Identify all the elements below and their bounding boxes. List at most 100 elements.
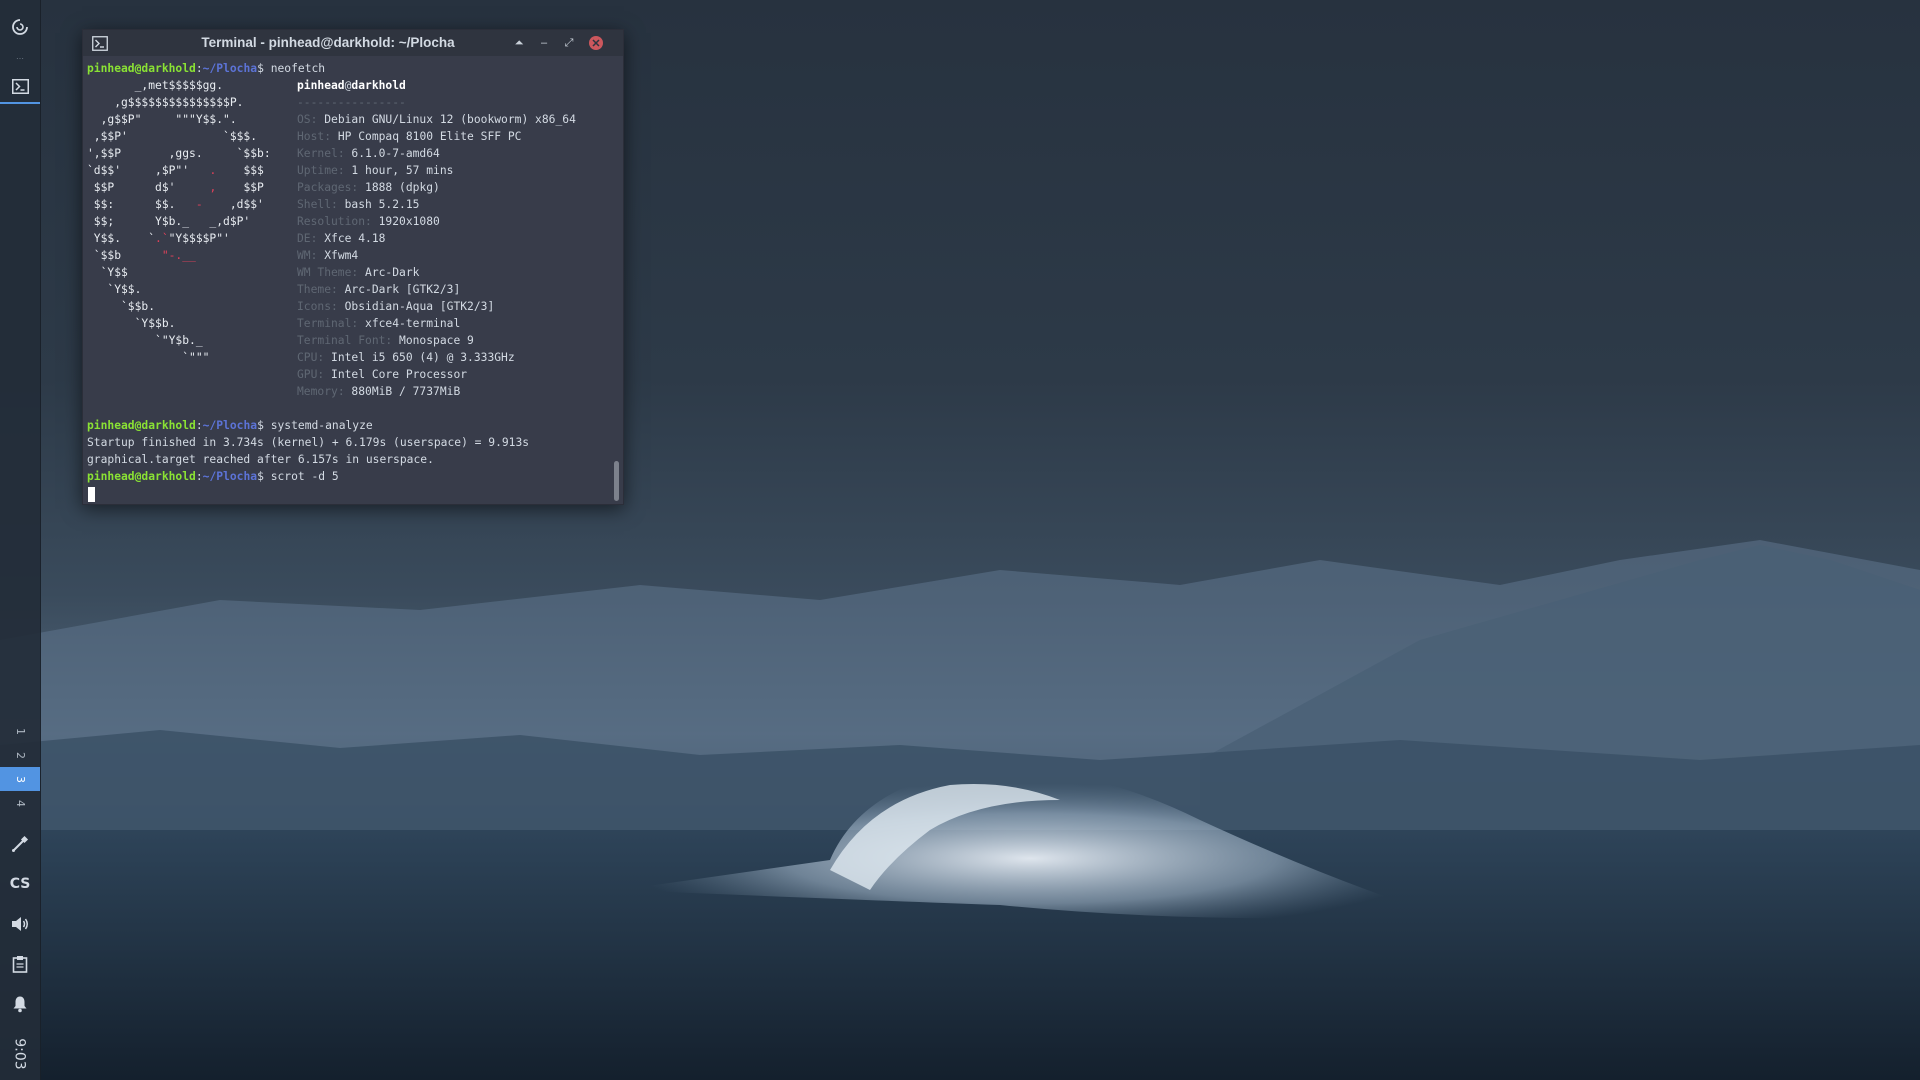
prompt-line: pinhead@darkhold:~/Plocha$ scrot -d 5 <box>87 470 339 483</box>
field-value: 6.1.0-7-amd64 <box>351 147 440 160</box>
scrollbar-thumb[interactable] <box>614 461 619 501</box>
field-key: Host <box>297 130 325 143</box>
window-titlebar[interactable]: Terminal - pinhead@darkhold: ~/Plocha ⏶ … <box>83 30 623 56</box>
field-key: DE <box>297 232 311 245</box>
terminal-window[interactable]: Terminal - pinhead@darkhold: ~/Plocha ⏶ … <box>82 29 624 505</box>
keyboard-layout-indicator[interactable]: CS <box>0 870 40 898</box>
output-line: graphical.target reached after 6.157s in… <box>87 453 434 466</box>
ascii-logo-line: ',$$P ,ggs. `$$b: <box>87 147 271 160</box>
field-value: Intel i5 650 (4) @ 3.333GHz <box>331 351 515 364</box>
prompt-line: pinhead@darkhold:~/Plocha$ systemd-analy… <box>87 419 373 432</box>
workspace-3[interactable]: 3 <box>0 767 40 791</box>
field-key: WM Theme <box>297 266 352 279</box>
neofetch-field: Memory: 880MiB / 7737MiB <box>297 385 461 398</box>
color-picker-icon[interactable] <box>0 830 40 858</box>
taskbar-terminal-button[interactable] <box>0 70 40 104</box>
ascii-logo-line: ,g$$P" """Y$$.". <box>87 113 237 126</box>
volume-icon[interactable] <box>0 910 40 938</box>
field-value: Debian GNU/Linux 12 (bookworm) x86_64 <box>324 113 576 126</box>
field-key: Kernel <box>297 147 338 160</box>
field-value: 880MiB / 7737MiB <box>351 385 461 398</box>
field-value: Intel Core Processor <box>331 368 468 381</box>
ascii-logo-line: `d$$' ,$P"' . $$$ <box>87 164 264 177</box>
neofetch-field: Theme: Arc-Dark [GTK2/3] <box>297 283 461 296</box>
field-key: GPU <box>297 368 318 381</box>
neofetch-field: WM: Xfwm4 <box>297 249 359 262</box>
field-value: xfce4-terminal <box>365 317 461 330</box>
field-value: 1888 (dpkg) <box>365 181 440 194</box>
field-value: Arc-Dark <box>365 266 420 279</box>
neofetch-field: Uptime: 1 hour, 57 mins <box>297 164 454 177</box>
text-cursor <box>88 487 95 502</box>
neofetch-field: WM Theme: Arc-Dark <box>297 266 420 279</box>
ascii-logo-line: Y$$. `.`"Y$$$$P"' <box>87 232 230 245</box>
neofetch-field: Kernel: 6.1.0-7-amd64 <box>297 147 440 160</box>
neofetch-field: DE: Xfce 4.18 <box>297 232 386 245</box>
workspace-1[interactable]: 1 <box>0 719 40 743</box>
field-key: Packages <box>297 181 352 194</box>
clipboard-icon[interactable] <box>0 950 40 978</box>
terminal-icon <box>11 78 29 94</box>
field-value: HP Compaq 8100 Elite SFF PC <box>337 130 522 143</box>
field-value: Monospace 9 <box>399 334 474 347</box>
prompt-line: pinhead@darkhold:~/Plocha$ neofetch <box>87 62 326 75</box>
ascii-logo-line: _,met$$$$$gg. <box>87 79 224 92</box>
neofetch-field: Host: HP Compaq 8100 Elite SFF PC <box>297 130 522 143</box>
neofetch-field: GPU: Intel Core Processor <box>297 368 468 381</box>
minimize-button[interactable]: – <box>537 36 551 50</box>
neofetch-field: Resolution: 1920x1080 <box>297 215 440 228</box>
window-title: Terminal - pinhead@darkhold: ~/Plocha <box>201 35 455 50</box>
side-panel: ⋯ 1 2 3 4 CS 9:03 <box>0 0 41 1080</box>
field-key: Memory <box>297 385 338 398</box>
panel-separator: ⋯ <box>16 53 24 63</box>
field-key: Terminal <box>297 317 352 330</box>
field-key: Uptime <box>297 164 338 177</box>
panel-clock[interactable]: 9:03 <box>0 1034 40 1074</box>
notification-bell-icon[interactable] <box>0 990 40 1018</box>
neofetch-field: Icons: Obsidian-Aqua [GTK2/3] <box>297 300 495 313</box>
field-key: Terminal Font <box>297 334 386 347</box>
workspace-2[interactable]: 2 <box>0 743 40 767</box>
ascii-logo-line: $$; Y$b._ _,d$P' <box>87 215 251 228</box>
ascii-logo-line: `Y$$ <box>87 266 128 279</box>
ascii-logo-line: `$$b "-.__ <box>87 249 196 262</box>
ascii-logo-line: $$P d$' , $$P <box>87 181 264 194</box>
ascii-logo-line: `"Y$b._ <box>87 334 203 347</box>
neofetch-field: OS: Debian GNU/Linux 12 (bookworm) x86_6… <box>297 113 576 126</box>
neofetch-field: Terminal Font: Monospace 9 <box>297 334 474 347</box>
terminal-output[interactable]: pinhead@darkhold:~/Plocha$ neofetch _,me… <box>83 56 609 504</box>
terminal-icon[interactable] <box>92 35 108 51</box>
maximize-button[interactable]: ⤢ <box>562 36 576 50</box>
field-key: Shell <box>297 198 332 211</box>
power-swirl-icon[interactable] <box>0 14 40 40</box>
field-value: bash 5.2.15 <box>344 198 420 211</box>
ascii-logo-line: `""" <box>87 351 210 364</box>
workspace-4[interactable]: 4 <box>0 791 40 815</box>
field-value: 1 hour, 57 mins <box>351 164 454 177</box>
field-key: Theme <box>297 283 332 296</box>
scrollbar[interactable] <box>609 56 623 504</box>
field-value: 1920x1080 <box>378 215 440 228</box>
shade-icon[interactable]: ⏶ <box>512 36 526 50</box>
neofetch-field: Shell: bash 5.2.15 <box>297 198 420 211</box>
field-key: CPU <box>297 351 318 364</box>
field-key: OS <box>297 113 311 126</box>
field-key: Resolution <box>297 215 366 228</box>
ascii-logo-line: `$$b. <box>87 300 156 313</box>
ascii-logo-line: `Y$$b. <box>87 317 176 330</box>
neofetch-separator: ---------------- <box>297 96 406 109</box>
close-button[interactable]: ✕ <box>589 36 603 50</box>
field-value: Xfce 4.18 <box>324 232 386 245</box>
output-line: Startup finished in 3.734s (kernel) + 6.… <box>87 436 530 449</box>
field-value: Xfwm4 <box>324 249 359 262</box>
field-key: WM <box>297 249 311 262</box>
neofetch-field: CPU: Intel i5 650 (4) @ 3.333GHz <box>297 351 515 364</box>
neofetch-header: pinhead@darkhold <box>297 79 406 92</box>
ascii-logo-line: ,$$P' `$$$. <box>87 130 258 143</box>
ascii-logo-line: $$: $$. - ,d$$' <box>87 198 264 211</box>
field-value: Obsidian-Aqua [GTK2/3] <box>344 300 495 313</box>
field-key: Icons <box>297 300 332 313</box>
neofetch-field: Terminal: xfce4-terminal <box>297 317 461 330</box>
ascii-logo-line: ,g$$$$$$$$$$$$$$$P. <box>87 96 244 109</box>
neofetch-field: Packages: 1888 (dpkg) <box>297 181 440 194</box>
